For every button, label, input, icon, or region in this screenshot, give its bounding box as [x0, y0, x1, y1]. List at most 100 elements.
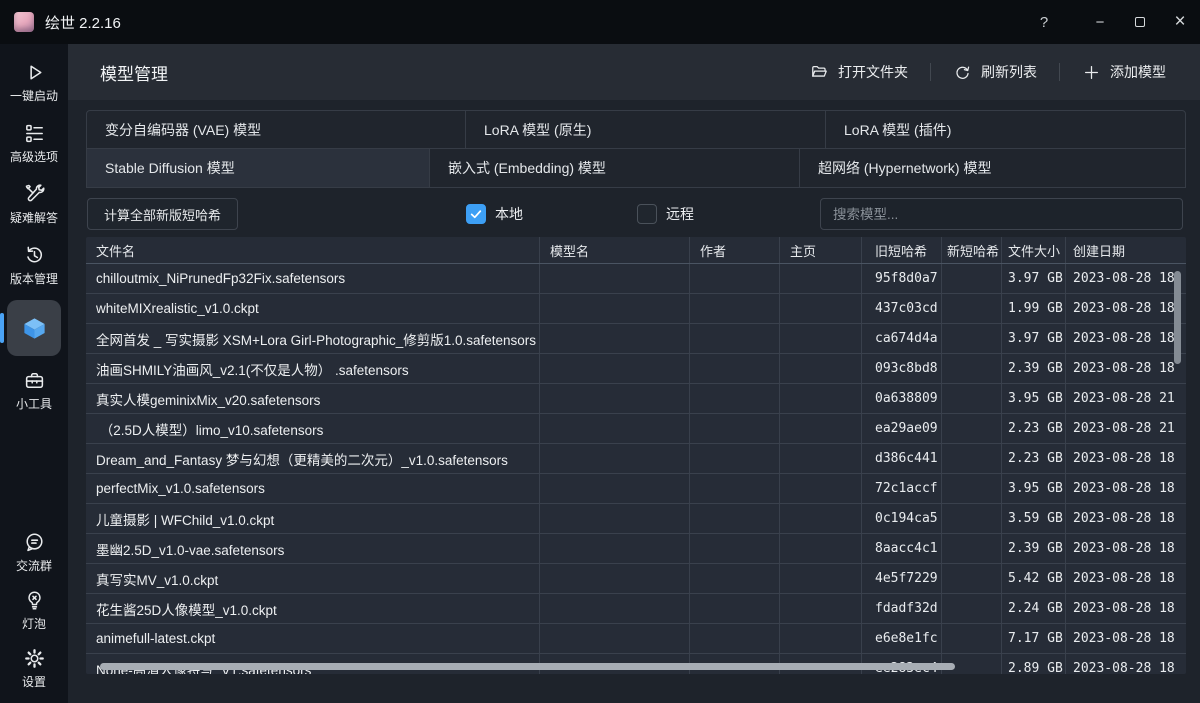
- table-row[interactable]: 真实人模geminixMix_v20.safetensors 0a638809 …: [86, 384, 1186, 414]
- table-row[interactable]: 真写实MV_v1.0.ckpt 4e5f7229 5.42 GB 2023-08…: [86, 564, 1186, 594]
- cell-newhash: [942, 264, 1002, 293]
- cell-oldhash: 0a638809: [862, 384, 942, 413]
- sidebar-item-launch[interactable]: 一键启动: [0, 52, 68, 113]
- horizontal-scrollbar-thumb[interactable]: [100, 663, 955, 670]
- cell-filename: chilloutmix_NiPrunedFp32Fix.safetensors: [86, 264, 540, 293]
- sidebar-item-model-manager[interactable]: [0, 296, 68, 360]
- cell-filesize: 2.24 GB: [1002, 594, 1066, 623]
- sidebar-item-settings[interactable]: 设置: [0, 639, 68, 697]
- maximize-icon: [1135, 17, 1145, 27]
- table-row[interactable]: whiteMIXrealistic_v1.0.ckpt 437c03cd 1.9…: [86, 294, 1186, 324]
- folder-icon: [810, 63, 829, 82]
- cell-filename: （2.5D人模型）limo_v10.safetensors: [86, 414, 540, 443]
- cell-author: [690, 624, 780, 653]
- table-row[interactable]: 油画SHMILY油画风_v2.1(不仅是人物） .safetensors 093…: [86, 354, 1186, 384]
- add-model-button[interactable]: 添加模型: [1068, 55, 1180, 89]
- cell-homepage: [780, 624, 862, 653]
- cell-newhash: [942, 504, 1002, 533]
- sidebar-item-label: 小工具: [16, 395, 52, 412]
- cell-newhash: [942, 354, 1002, 383]
- col-header-filesize: 文件大小: [1002, 237, 1066, 263]
- table-row[interactable]: 全网首发 _ 写实摄影 XSM+Lora Girl-Photographic_修…: [86, 324, 1186, 354]
- cell-oldhash: 95f8d0a7: [862, 264, 942, 293]
- col-header-homepage: 主页: [780, 237, 862, 263]
- cell-author: [690, 354, 780, 383]
- cell-oldhash: 437c03cd: [862, 294, 942, 323]
- compute-hash-button[interactable]: 计算全部新版短哈希: [87, 198, 238, 230]
- cube-icon: [21, 315, 48, 342]
- cell-created: 2023-08-28 18: [1066, 534, 1186, 563]
- cell-created: 2023-08-28 18: [1066, 324, 1186, 353]
- sidebar-item-label: 一键启动: [10, 87, 58, 104]
- tab-hypernetwork[interactable]: 超网络 (Hypernetwork) 模型: [799, 148, 1186, 188]
- table-row[interactable]: Dream_and_Fantasy 梦与幻想（更精美的二次元）_v1.0.saf…: [86, 444, 1186, 474]
- table-row[interactable]: animefull-latest.ckpt e6e8e1fc 7.17 GB 2…: [86, 624, 1186, 654]
- cell-modelname: [540, 264, 690, 293]
- table-row[interactable]: 花生酱25D人像模型_v1.0.ckpt fdadf32d 2.24 GB 20…: [86, 594, 1186, 624]
- remote-checkbox[interactable]: [637, 204, 657, 224]
- cell-oldhash: 4e5f7229: [862, 564, 942, 593]
- refresh-icon: [953, 63, 972, 82]
- main-panel: 模型管理 打开文件夹 刷新列表: [68, 44, 1200, 703]
- search-input[interactable]: [820, 198, 1183, 230]
- vertical-scrollbar-thumb[interactable]: [1174, 271, 1181, 364]
- help-button[interactable]: ?: [1024, 7, 1064, 37]
- tab-vae[interactable]: 变分自编码器 (VAE) 模型: [86, 110, 466, 149]
- table-row[interactable]: chilloutmix_NiPrunedFp32Fix.safetensors …: [86, 264, 1186, 294]
- cell-author: [690, 534, 780, 563]
- cell-homepage: [780, 474, 862, 503]
- tab-lora-plugin[interactable]: LoRA 模型 (插件): [825, 110, 1186, 149]
- open-folder-button[interactable]: 打开文件夹: [796, 55, 922, 89]
- cell-created: 2023-08-28 18: [1066, 594, 1186, 623]
- cell-created: 2023-08-28 18: [1066, 294, 1186, 323]
- sidebar-item-chat-group[interactable]: 交流群: [0, 523, 68, 581]
- refresh-list-button[interactable]: 刷新列表: [939, 55, 1051, 89]
- cell-modelname: [540, 504, 690, 533]
- cell-oldhash: 72c1accf: [862, 474, 942, 503]
- sidebar-item-lightbulb[interactable]: 灯泡: [0, 581, 68, 639]
- chat-icon: [23, 531, 46, 554]
- toolbox-icon: [23, 369, 46, 392]
- table-row[interactable]: 儿童摄影 | WFChild_v1.0.ckpt 0c194ca5 3.59 G…: [86, 504, 1186, 534]
- sidebar-item-troubleshoot[interactable]: 疑难解答: [0, 174, 68, 235]
- gear-icon: [23, 647, 46, 670]
- cell-author: [690, 414, 780, 443]
- table-row[interactable]: （2.5D人模型）limo_v10.safetensors ea29ae09 2…: [86, 414, 1186, 444]
- plus-icon: [1082, 63, 1101, 82]
- cell-homepage: [780, 324, 862, 353]
- sidebar-item-advanced-options[interactable]: 高级选项: [0, 113, 68, 174]
- cell-oldhash: fdadf32d: [862, 594, 942, 623]
- maximize-button[interactable]: [1120, 7, 1160, 37]
- cell-newhash: [942, 384, 1002, 413]
- minimize-button[interactable]: −: [1080, 7, 1120, 37]
- col-header-modelname: 模型名: [540, 237, 690, 263]
- tab-embedding[interactable]: 嵌入式 (Embedding) 模型: [429, 148, 800, 188]
- sidebar-item-gadgets[interactable]: 小工具: [0, 360, 68, 421]
- cell-modelname: [540, 414, 690, 443]
- cell-newhash: [942, 624, 1002, 653]
- table-row[interactable]: perfectMix_v1.0.safetensors 72c1accf 3.9…: [86, 474, 1186, 504]
- sidebar-item-label: 高级选项: [10, 148, 58, 165]
- col-header-created: 创建日期: [1066, 237, 1186, 263]
- tab-stable-diffusion[interactable]: Stable Diffusion 模型: [86, 148, 430, 188]
- selected-item-highlight: [7, 300, 61, 356]
- cell-newhash: [942, 534, 1002, 563]
- cell-filename: animefull-latest.ckpt: [86, 624, 540, 653]
- tab-lora-native[interactable]: LoRA 模型 (原生): [465, 110, 826, 149]
- cell-modelname: [540, 294, 690, 323]
- bulb-icon: [23, 589, 46, 612]
- local-checkbox[interactable]: [466, 204, 486, 224]
- sidebar-item-label: 设置: [22, 673, 46, 690]
- minimize-icon: −: [1096, 14, 1105, 31]
- sidebar-item-version-manager[interactable]: 版本管理: [0, 235, 68, 296]
- page-header: 模型管理 打开文件夹 刷新列表: [68, 44, 1200, 100]
- close-button[interactable]: ×: [1160, 7, 1200, 37]
- cell-oldhash: 0c194ca5: [862, 504, 942, 533]
- sidebar: 一键启动 高级选项 疑难解答 版本管理: [0, 44, 68, 703]
- table-row[interactable]: 墨幽2.5D_v1.0-vae.safetensors 8aacc4c1 2.3…: [86, 534, 1186, 564]
- cell-created: 2023-08-28 18: [1066, 444, 1186, 473]
- cell-author: [690, 504, 780, 533]
- cell-author: [690, 324, 780, 353]
- cell-filesize: 3.59 GB: [1002, 504, 1066, 533]
- cell-filesize: 3.97 GB: [1002, 324, 1066, 353]
